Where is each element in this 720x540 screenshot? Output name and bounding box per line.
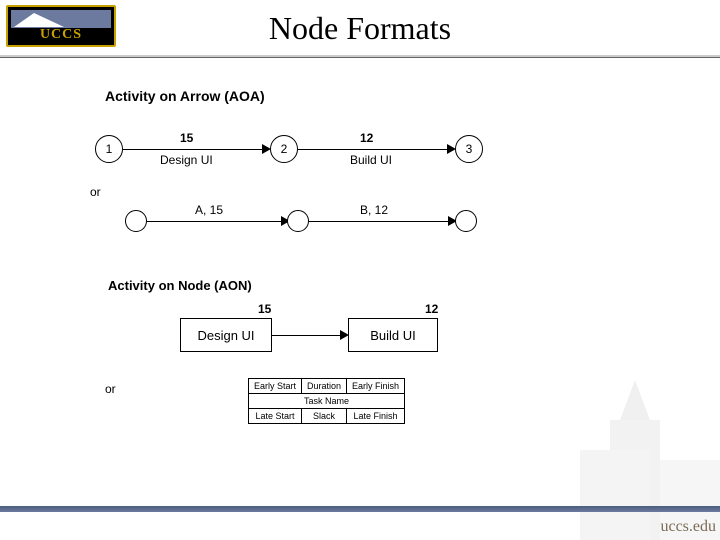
aon-node-1: Design UI	[180, 318, 272, 352]
aon-diagram-1: Design UI 15 Build UI 12	[180, 310, 530, 370]
aon-tmpl-r2: Task Name	[249, 394, 405, 409]
aoa-edge-1-2-duration: 15	[180, 131, 193, 145]
title-divider	[0, 55, 720, 58]
aoa2-edge-2-3-label: B, 12	[360, 203, 388, 217]
aoa-edge-1-2	[123, 149, 263, 150]
aon-edge-1-2	[272, 335, 342, 336]
aon-tmpl-r3c1: Late Start	[249, 409, 302, 424]
heading-aon: Activity on Node (AON)	[108, 278, 252, 293]
page-title: Node Formats	[0, 10, 720, 47]
aoa-node-2: 2	[270, 135, 298, 163]
aoa2-edge-2-3	[309, 221, 449, 222]
aon-node-2-duration: 12	[425, 302, 438, 316]
aoa2-node-2	[287, 210, 309, 232]
aoa-edge-2-3	[298, 149, 448, 150]
aoa-edge-2-3-label: Build UI	[350, 153, 392, 167]
footer-url: uccs.edu	[660, 518, 716, 536]
aoa-node-3: 3	[455, 135, 483, 163]
aoa-edge-2-3-duration: 12	[360, 131, 373, 145]
campus-watermark	[460, 360, 720, 540]
or-label-2: or	[105, 382, 116, 396]
aoa2-edge-1-2	[147, 221, 282, 222]
aoa-edge-1-2-label: Design UI	[160, 153, 213, 167]
aon-tmpl-r3c3: Late Finish	[347, 409, 405, 424]
aon-tmpl-r1c2: Duration	[302, 379, 347, 394]
aoa2-node-1	[125, 210, 147, 232]
or-label-1: or	[90, 185, 101, 199]
footer-divider	[0, 506, 720, 512]
aon-tmpl-r1c3: Early Finish	[347, 379, 405, 394]
aon-tmpl-r1c1: Early Start	[249, 379, 302, 394]
aoa-diagram-1: 1 15 Design UI 2 12 Build UI 3	[95, 125, 525, 185]
aoa2-node-3	[455, 210, 477, 232]
heading-aoa: Activity on Arrow (AOA)	[105, 88, 265, 104]
aon-node-1-duration: 15	[258, 302, 271, 316]
aon-template-table: Early Start Duration Early Finish Task N…	[248, 378, 405, 424]
aoa-node-1: 1	[95, 135, 123, 163]
aoa2-edge-1-2-label: A, 15	[195, 203, 223, 217]
aoa-diagram-2: A, 15 B, 12	[125, 200, 525, 250]
aon-tmpl-r3c2: Slack	[302, 409, 347, 424]
aon-node-2: Build UI	[348, 318, 438, 352]
